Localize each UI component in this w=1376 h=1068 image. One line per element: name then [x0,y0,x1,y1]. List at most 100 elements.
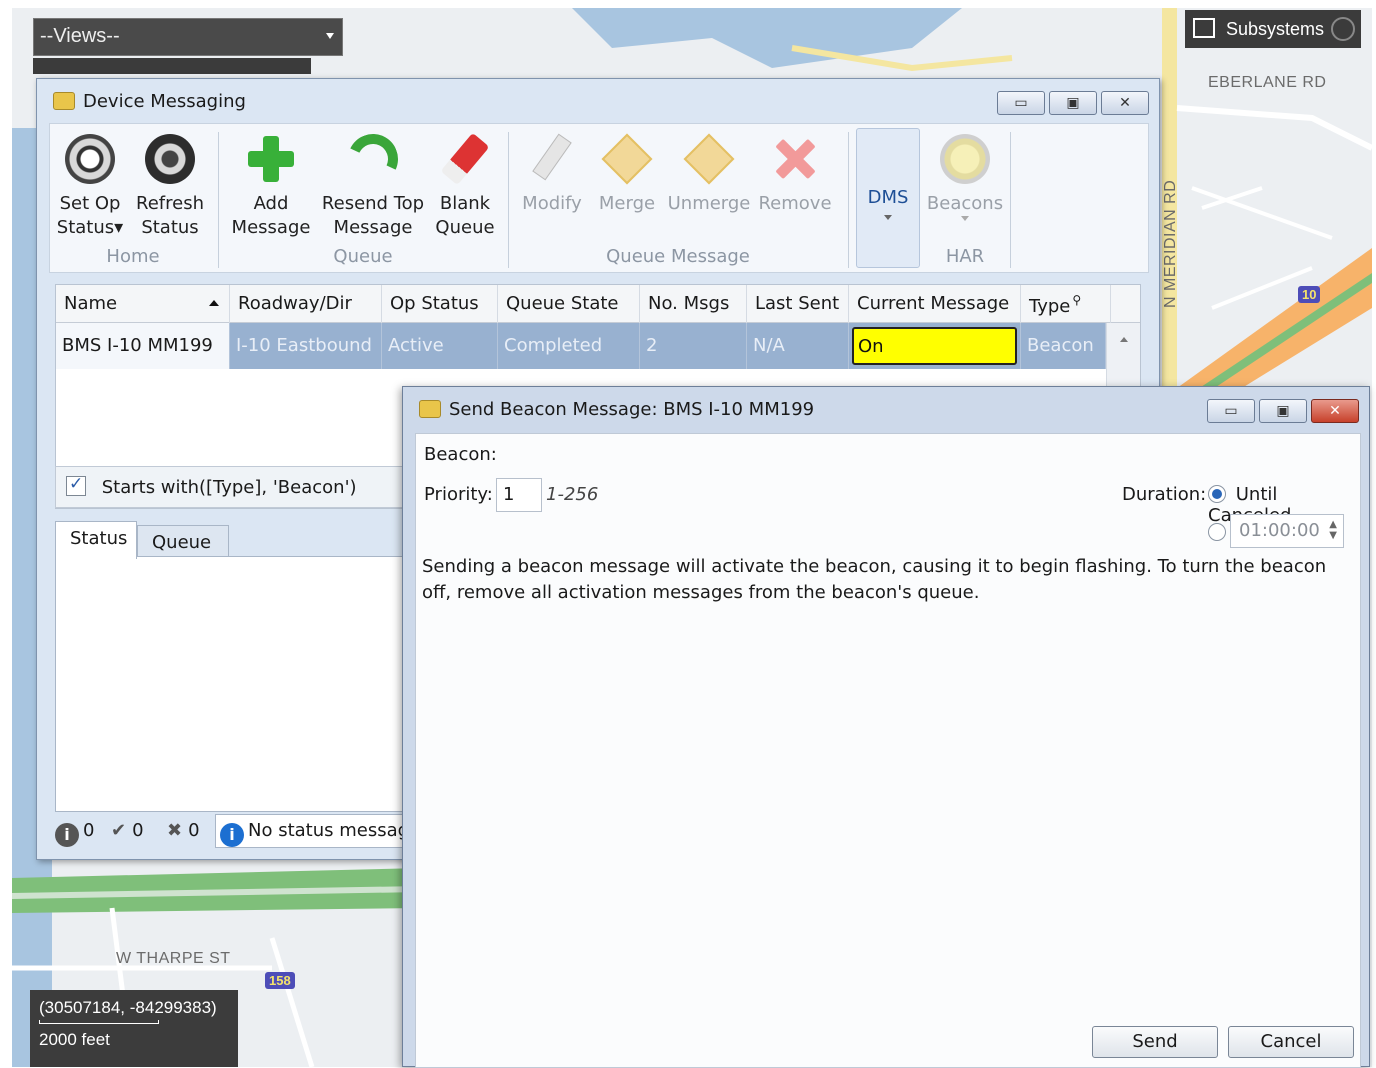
current-message-indicator: On [852,327,1017,365]
tab-queue[interactable]: Queue [137,525,229,557]
group-separator [1010,132,1011,268]
remove-button[interactable]: Remove [758,134,832,216]
app-icon [53,92,75,110]
cell-last-sent[interactable]: N/A [747,323,849,369]
minimize-button[interactable]: ▭ [997,91,1045,115]
column-header-last-sent[interactable]: Last Sent [747,285,849,323]
set-op-status-label-1: Set Op [59,193,121,214]
group-label-queue: Queue [333,246,393,267]
refresh-status-label-2: Status [141,217,199,238]
column-header-type[interactable]: Type ⚲ [1021,285,1111,323]
tab-content-panel [55,556,445,812]
merge-label: Merge [598,193,656,214]
status-ring-icon [1331,17,1355,41]
duration-time-value: 01:00:00 [1239,520,1320,541]
cell-name[interactable]: BMS I-10 MM199 [56,323,230,369]
external-link-icon [1193,18,1215,38]
add-message-label-1: Add [253,193,289,214]
info-count-value: 0 [83,820,95,841]
road-label-eberlane: EBERLANE RD [1208,74,1327,91]
beacons-button[interactable]: Beacons [926,134,1004,221]
ok-count-value: 0 [132,820,144,841]
maximize-button[interactable]: ▣ [1049,91,1097,115]
subsystems-button[interactable]: Subsystems [1185,10,1361,48]
error-count-value: 0 [188,820,200,841]
info-icon: i [220,823,244,847]
priority-input[interactable]: 1 [496,478,542,512]
cell-roadway[interactable]: I-10 Eastbound [230,323,382,369]
blank-queue-label-2: Queue [435,217,495,238]
road-label-meridian: N MERIDIAN RD [1162,179,1179,308]
dms-button[interactable]: DMS [856,128,920,268]
device-messaging-titlebar[interactable]: Device Messaging ▭ ▣ ✕ [37,79,1159,119]
chevron-down-icon [326,33,334,39]
add-message-button[interactable]: Add Message [226,134,316,240]
until-canceled-radio[interactable] [1208,485,1226,503]
timed-duration-radio[interactable] [1208,522,1226,543]
app-icon [419,400,441,418]
table-row[interactable]: BMS I-10 MM199 I-10 Eastbound Active Com… [56,323,1106,369]
timed-radio[interactable] [1208,523,1226,541]
beacons-label: Beacons [926,193,1004,214]
cell-queue-state[interactable]: Completed [498,323,640,369]
cell-type[interactable]: Beacon [1021,323,1106,369]
tab-status[interactable]: Status [55,521,137,559]
group-label-har: HAR [945,246,985,267]
cell-op-status[interactable]: Active [382,323,498,369]
filter-expression: Starts with([Type], 'Beacon') [101,477,357,498]
priority-label: Priority: [424,484,493,505]
modify-label: Modify [522,193,582,214]
send-button[interactable]: Send [1092,1026,1218,1058]
resend-label-2: Message [333,217,413,238]
views-dropdown[interactable]: --Views-- [33,18,343,56]
ok-count: ✔ 0 [111,820,144,841]
resend-label-1: Resend Top [321,193,425,214]
resend-top-message-button[interactable]: Resend Top Message [318,126,428,240]
filter-pin-icon[interactable]: ⚲ [1072,293,1081,307]
spinner-icon[interactable]: ▲ ▼ [1329,519,1337,541]
blank-queue-button[interactable]: Blank Queue [430,132,500,240]
set-op-status-button[interactable]: Set Op Status▾ [56,134,124,240]
refresh-status-label-1: Refresh [136,193,204,214]
subsystems-label: Subsystems [1226,19,1325,39]
scroll-up-icon[interactable] [1119,337,1128,342]
column-header-name[interactable]: Name [56,285,230,323]
grid-header: Name Roadway/Dir Op Status Queue State N… [56,285,1140,323]
duration-time-input[interactable]: 01:00:00 ▲ ▼ [1230,514,1344,548]
info-icon: i [55,823,79,847]
group-separator [848,132,849,268]
filter-bar[interactable]: Starts with([Type], 'Beacon') [55,466,455,508]
column-header-queue-state[interactable]: Queue State [498,285,640,323]
unmerge-button[interactable]: Unmerge [666,133,752,216]
refresh-icon [145,134,195,184]
column-header-current-message[interactable]: Current Message [849,285,1021,323]
checkmark-icon: ✔ [111,820,127,841]
minimize-button[interactable]: ▭ [1207,399,1255,423]
column-header-no-msgs[interactable]: No. Msgs [640,285,747,323]
maximize-button[interactable]: ▣ [1259,399,1307,423]
unmerge-icon [683,133,735,185]
send-beacon-titlebar[interactable]: Send Beacon Message: BMS I-10 MM199 ▭ ▣ … [403,387,1369,427]
close-button[interactable]: ✕ [1311,399,1359,423]
unmerge-label: Unmerge [667,193,751,214]
filter-checkbox[interactable] [66,474,86,496]
duration-label: Duration: [1122,484,1207,505]
modify-button[interactable]: Modify [516,133,588,216]
beacon-light-icon [940,134,990,184]
error-count: ✖ 0 [167,820,200,841]
close-button[interactable]: ✕ [1101,91,1149,115]
remove-x-icon [770,134,820,184]
beacon-label: Beacon: [424,444,497,465]
cell-no-msgs[interactable]: 2 [640,323,747,369]
merge-icon [601,133,653,185]
add-message-label-2: Message [231,217,311,238]
column-header-op-status[interactable]: Op Status [382,285,498,323]
merge-button[interactable]: Merge [594,133,660,216]
set-op-status-label-2: Status▾ [56,217,124,238]
refresh-status-button[interactable]: Refresh Status [130,134,210,240]
dialog-title: Send Beacon Message: BMS I-10 MM199 [449,399,815,420]
cancel-button[interactable]: Cancel [1228,1026,1354,1058]
column-header-roadway[interactable]: Roadway/Dir [230,285,382,323]
cell-current-message[interactable]: On [849,323,1021,369]
sort-ascending-icon [209,300,219,306]
